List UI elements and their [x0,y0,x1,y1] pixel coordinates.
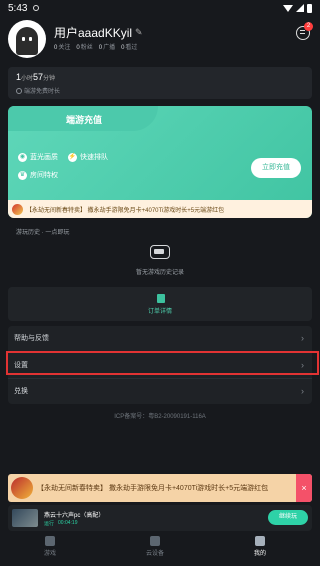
queue-icon: ⚡ [68,152,77,162]
battery-icon [307,3,312,13]
menu-redeem[interactable]: 兑换 › [8,378,312,402]
message-badge: 2 [304,22,313,31]
promo-logo-icon [12,203,23,215]
continue-button[interactable]: 继续玩 [268,510,308,525]
vip-title: 端游充值 [66,115,103,125]
recharge-button[interactable]: 立即充值 [251,158,301,178]
notification-icon [33,5,40,11]
stat-followers[interactable]: 0粉丝 [76,42,92,51]
playtime-value: 1小时57分钟 [16,72,56,82]
now-playing-bar[interactable]: 燕云十六声pc（高配） 运行 00:04:19 继续玩 [8,505,312,531]
ghost-icon [16,27,38,55]
stat-broadcast[interactable]: 0广播 [99,42,115,51]
clock-icon [16,87,22,94]
stat-following[interactable]: 0关注 [54,42,70,51]
status-bar: 5:43 [0,0,320,16]
vip-promo-strip[interactable]: 【永劫无间新春特卖】 撒永劫手游限免月卡+4070Ti游戏时长+5元端游红包 [8,200,312,218]
stat-viewed[interactable]: 0看过 [121,42,137,51]
benefit-queue: ⚡ 快速排队 [68,152,108,162]
benefit-bluray: ◉ 蓝光画质 [18,152,58,162]
avatar[interactable] [8,20,46,58]
promo-banner-text: 【永劫无间新春特卖】 撒永劫手游限免月卡+4070Ti游戏时长+5元端游红包 [37,485,269,492]
playtime-card[interactable]: 1小时57分钟 端游免费时长 [8,67,312,99]
settings-highlight [6,351,319,375]
edit-icon[interactable]: ✎ [135,27,143,38]
username-text: 用户aaadKKyil [54,26,133,40]
tab-games[interactable]: 游戏 [20,536,80,566]
bottom-tab-bar: 游戏 云设备 我的 [0,536,320,566]
cloud-device-icon [150,536,160,546]
promo-banner[interactable]: 【永劫无间新春特卖】 撒永劫手游限免月卡+4070Ti游戏时长+5元端游红包 × [8,474,312,502]
chevron-right-icon: › [301,333,304,343]
vip-benefits: ◉ 蓝光画质 ⚡ 快速排队 ♛ 房间特权 [18,152,148,188]
close-icon[interactable]: × [296,474,312,502]
username[interactable]: 用户aaadKKyil ✎ [54,24,143,41]
orders-card[interactable]: 订单详情 [8,287,312,321]
history-empty-text: 暂无游戏历史记录 [135,270,184,276]
bluray-icon: ◉ [18,152,27,162]
gamepad-icon [144,240,176,264]
profile-stats: 0关注 0粉丝 0广播 0看过 [54,42,137,51]
game-status: 运行 00:04:19 [44,520,78,527]
promo-logo-icon [11,477,33,499]
signal-icon [296,4,304,12]
history-title: 游玩历史 · 一点即玩 [16,230,70,236]
game-thumbnail [12,509,38,527]
profile-header: 用户aaadKKyil ✎ 0关注 0粉丝 0广播 0看过 2 [8,20,313,60]
tab-mine[interactable]: 我的 [230,536,290,566]
status-time: 5:43 [8,2,28,14]
menu-help-feedback[interactable]: 帮助与反馈 › [8,326,312,350]
games-icon [45,536,55,546]
icp-record: ICP备案号：粤B2-20090191-116A [114,414,206,420]
tab-cloud-device[interactable]: 云设备 [125,536,185,566]
order-icon [157,294,165,303]
playtime-subtitle: 端游免费时长 [16,86,60,95]
message-icon[interactable]: 2 [296,22,313,40]
chevron-right-icon: › [301,385,304,396]
vip-recharge-card[interactable]: 端游充值 ◉ 蓝光画质 ⚡ 快速排队 ♛ 房间特权 立即充值 【永劫无间新春特卖】 撒… [8,106,312,218]
mine-icon [255,536,265,546]
orders-label: 订单详情 [147,309,172,315]
play-history: 游玩历史 · 一点即玩 暂无游戏历史记录 [8,224,312,280]
room-icon: ♛ [18,170,27,180]
wifi-icon [283,4,293,12]
game-title: 燕云十六声pc（高配） [44,513,105,519]
benefit-room: ♛ 房间特权 [18,170,58,180]
